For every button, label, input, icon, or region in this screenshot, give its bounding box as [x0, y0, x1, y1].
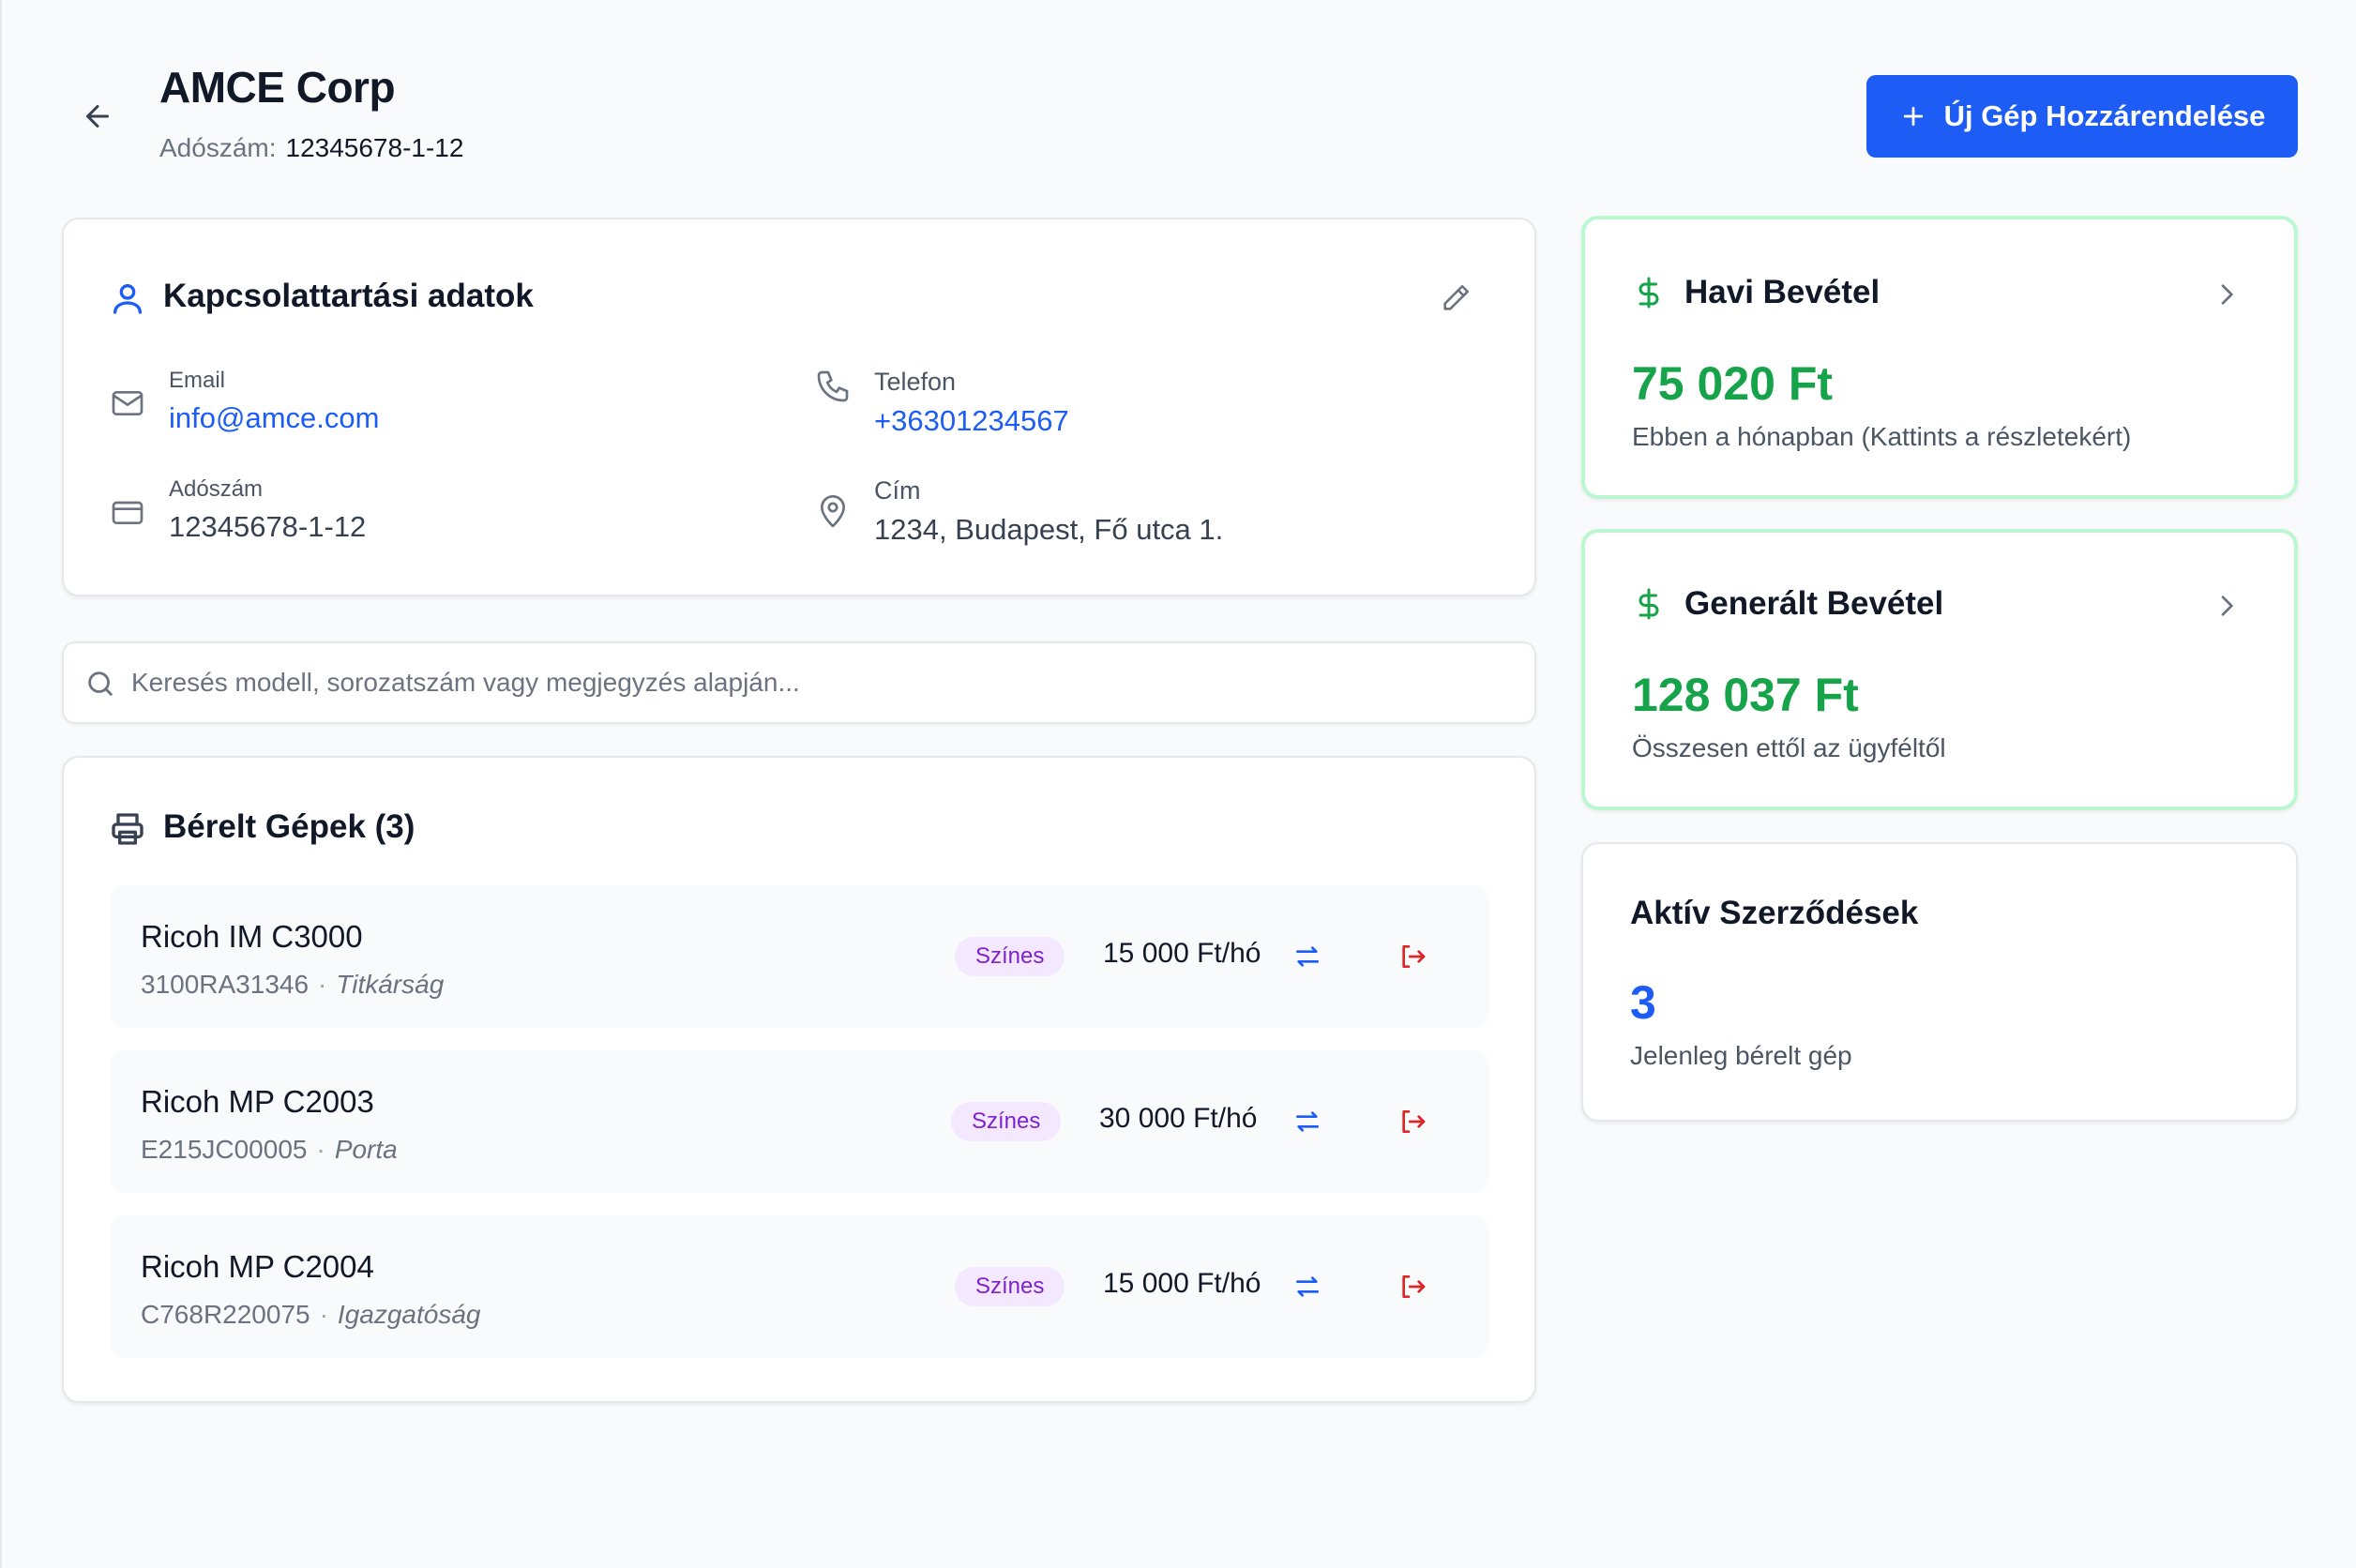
user-icon — [113, 284, 142, 314]
color-badge: Színes — [955, 937, 1065, 976]
address-label: Cím — [874, 476, 921, 505]
machine-row[interactable]: Ricoh MP C2004 C768R220075 · Igazgatóság S… — [111, 1215, 1489, 1358]
swap-machine-button[interactable] — [1289, 938, 1326, 975]
machine-row[interactable]: Ricoh IM C3000 3100RA31346 · Titkárság Szí… — [111, 885, 1489, 1028]
chevron-right-icon — [2221, 596, 2233, 616]
active-contracts-desc: Jelenleg bérelt gép — [1630, 1041, 1852, 1070]
generated-revenue-title: Generált Bevétel — [1684, 585, 1944, 622]
credit-card-icon — [112, 501, 143, 524]
back-arrow-button[interactable] — [75, 94, 120, 139]
phone-icon — [817, 370, 849, 402]
machine-price: 15 000 Ft/hó — [1103, 938, 1261, 969]
rented-machines-card: Bérelt Gépek (3) Ricoh IM C3000 3100RA31… — [62, 756, 1536, 1403]
new-machine-button-label: Új Gép Hozzárendelése — [1943, 99, 2266, 132]
mail-icon — [112, 391, 143, 415]
machine-model: Ricoh MP C2004 — [141, 1249, 374, 1284]
email-field: Email info@amce.com — [169, 368, 379, 435]
machine-serial: 3100RA31346 — [141, 970, 310, 999]
active-contracts-card: Aktív Szerződések 3 Jelenleg bérelt gép — [1581, 842, 2298, 1122]
header-tax-label: Adószám: — [159, 133, 277, 162]
rented-machines-title: Bérelt Gépek (3) — [163, 808, 415, 845]
monthly-revenue-card[interactable]: Havi Bevétel 75 020 Ft Ebben a hónapban … — [1581, 216, 2298, 499]
swap-arrows-icon — [1296, 1111, 1319, 1132]
machine-location: Igazgatóság — [337, 1300, 481, 1329]
monthly-revenue-desc: Ebben a hónapban (Kattints a részletekér… — [1632, 422, 2132, 451]
contact-card: Kapcsolattartási adatok Email info@amce.… — [62, 218, 1536, 596]
edit-contact-button[interactable] — [1437, 279, 1474, 317]
remove-machine-button[interactable] — [1394, 1103, 1431, 1140]
phone-link[interactable]: +36301234567 — [874, 404, 1069, 438]
phone-label: Telefon — [874, 368, 957, 396]
header-tax-value: 12345678-1-12 — [285, 133, 464, 162]
search-input[interactable] — [131, 643, 1519, 722]
search-bar — [62, 641, 1536, 724]
meta-separator: · — [318, 970, 327, 999]
email-label: Email — [169, 368, 226, 393]
active-contracts-value: 3 — [1630, 976, 1656, 1029]
new-machine-button[interactable]: Új Gép Hozzárendelése — [1866, 75, 2298, 158]
machine-price: 15 000 Ft/hó — [1103, 1268, 1261, 1299]
swap-machine-button[interactable] — [1289, 1268, 1326, 1305]
machine-row[interactable]: Ricoh MP C2003 E215JC00005 · Porta Színes … — [111, 1050, 1489, 1193]
email-link[interactable]: info@amce.com — [169, 401, 379, 435]
page-left-border — [0, 0, 2, 1568]
chevron-right-icon — [2221, 284, 2233, 305]
machine-serial: E215JC00005 — [141, 1135, 308, 1164]
machine-model: Ricoh IM C3000 — [141, 919, 363, 954]
plus-icon — [1903, 106, 1923, 127]
tax-label: Adószám — [169, 476, 264, 502]
machine-model: Ricoh MP C2003 — [141, 1084, 374, 1119]
tax-value: 12345678-1-12 — [169, 510, 367, 543]
tax-field: Adószám 12345678-1-12 — [169, 476, 366, 544]
printer-icon — [112, 813, 143, 845]
contact-card-title: Kapcsolattartási adatok — [163, 278, 534, 314]
swap-arrows-icon — [1296, 946, 1319, 967]
color-badge: Színes — [951, 1102, 1062, 1141]
swap-arrows-icon — [1296, 1276, 1319, 1297]
remove-machine-button[interactable] — [1394, 938, 1431, 975]
search-icon — [88, 671, 113, 696]
phone-field: Telefon +36301234567 — [874, 368, 1069, 438]
pencil-icon — [1443, 284, 1470, 310]
machine-serial: C768R220075 — [141, 1300, 310, 1329]
meta-separator: · — [316, 1135, 325, 1164]
logout-icon — [1402, 1275, 1426, 1298]
map-pin-icon — [821, 495, 845, 528]
logout-icon — [1402, 945, 1426, 968]
remove-machine-button[interactable] — [1394, 1268, 1431, 1305]
machine-location: Porta — [334, 1135, 398, 1164]
dollar-icon — [1639, 277, 1659, 309]
machine-meta: C768R220075 · Igazgatóság — [141, 1300, 481, 1330]
logout-icon — [1402, 1110, 1426, 1133]
swap-machine-button[interactable] — [1289, 1103, 1326, 1140]
dollar-icon — [1639, 588, 1659, 620]
machine-price: 30 000 Ft/hó — [1099, 1103, 1258, 1134]
machine-meta: E215JC00005 · Porta — [141, 1135, 398, 1165]
machine-meta: 3100RA31346 · Titkárság — [141, 970, 444, 1000]
header-tax-line: Adószám: 12345678-1-12 — [159, 133, 463, 163]
machine-location: Titkárság — [336, 970, 445, 999]
monthly-revenue-value: 75 020 Ft — [1632, 357, 1834, 410]
address-value: 1234, Budapest, Fő utca 1. — [874, 513, 1224, 546]
arrow-left-icon — [86, 105, 109, 128]
color-badge: Színes — [955, 1267, 1065, 1306]
monthly-revenue-title: Havi Bevétel — [1684, 274, 1880, 310]
page-title: AMCE Corp — [159, 63, 396, 112]
address-field: Cím 1234, Budapest, Fő utca 1. — [874, 476, 1223, 547]
generated-revenue-desc: Összesen ettől az ügyféltől — [1632, 733, 1946, 762]
generated-revenue-value: 128 037 Ft — [1632, 669, 1859, 721]
generated-revenue-card[interactable]: Generált Bevétel 128 037 Ft Összesen ett… — [1581, 529, 2298, 810]
active-contracts-title: Aktív Szerződések — [1630, 895, 1919, 931]
meta-separator: · — [319, 1300, 328, 1329]
